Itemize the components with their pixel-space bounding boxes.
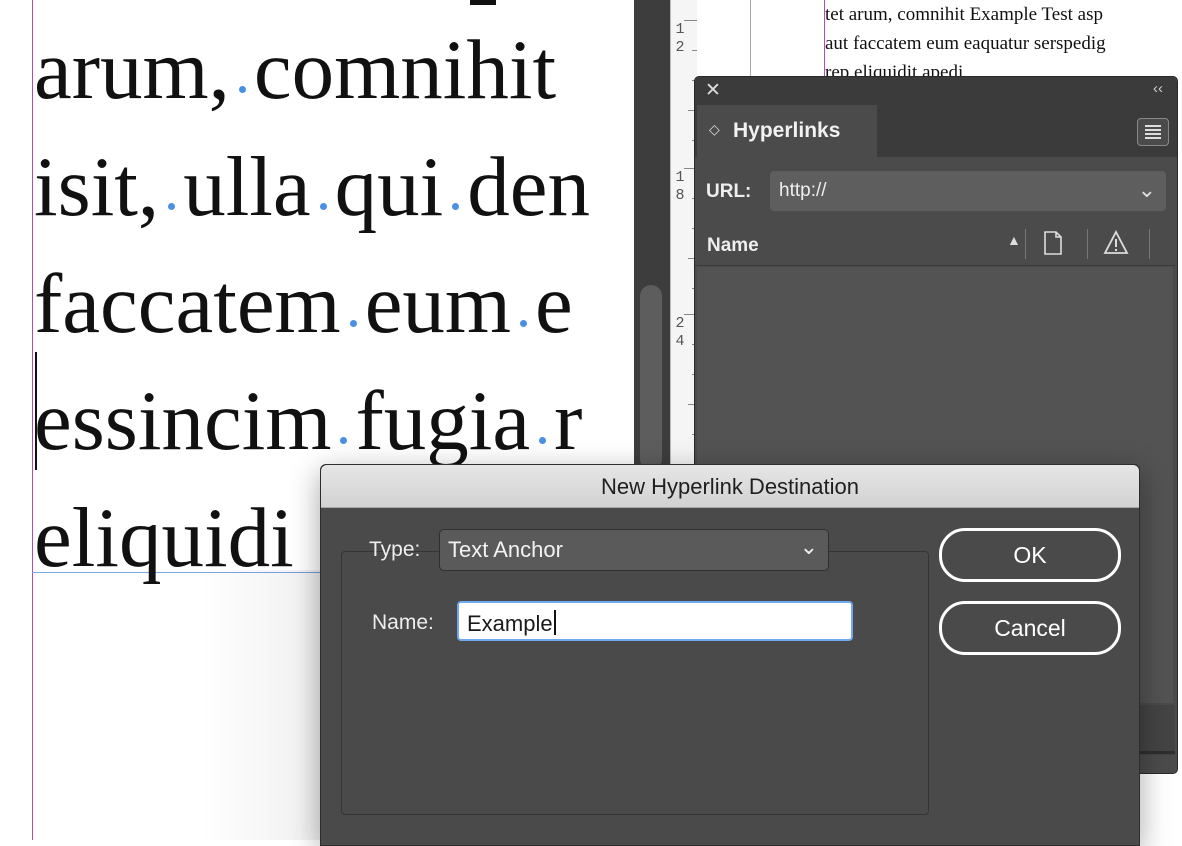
ruler-label: 8 — [675, 187, 685, 204]
document-text-line[interactable]: isit, ulla qui den — [34, 145, 590, 230]
right-page-text[interactable]: tet arum, comnihit Example Test asp aut … — [825, 0, 1182, 87]
word: essincim — [34, 374, 332, 468]
word: arum, — [34, 23, 230, 117]
ruler-tick — [684, 20, 698, 21]
word: eum — [364, 257, 512, 351]
word: e — [535, 257, 573, 351]
ruler-label: 2 — [675, 315, 685, 332]
scrollbar-thumb[interactable] — [640, 285, 662, 470]
chevron-down-icon[interactable]: ⌄ — [1138, 177, 1156, 203]
page-icon — [1044, 231, 1062, 255]
ruler-label: 1 — [675, 21, 685, 38]
tab-hyperlinks[interactable]: ◇ Hyperlinks — [697, 105, 877, 157]
options-group — [341, 551, 929, 815]
url-value: http:// — [779, 180, 827, 201]
column-divider — [1087, 229, 1088, 259]
ruler-label: 1 — [675, 169, 685, 186]
list-column-header[interactable]: Name ▲ — [695, 223, 1175, 266]
panel-titlebar[interactable]: ✕ ‹‹ — [695, 77, 1177, 105]
ruler-label: 2 — [675, 39, 685, 56]
column-guide — [750, 0, 751, 78]
text-line: tet arum, comnihit Example Test asp — [825, 4, 1103, 25]
name-input-value: Example — [467, 610, 556, 637]
type-label: Type: — [369, 538, 421, 561]
word: ulla — [183, 140, 311, 234]
word: den — [467, 140, 591, 234]
text-cursor — [35, 352, 37, 470]
tab-expand-icon[interactable]: ◇ — [709, 121, 720, 138]
new-hyperlink-destination-dialog: New Hyperlink Destination Type: Text Anc… — [320, 464, 1140, 846]
text-line: aut faccatem eum eaquatur serspedig — [825, 33, 1106, 54]
column-divider — [1149, 229, 1150, 259]
margin-guide — [32, 0, 33, 840]
text-fragment — [470, 0, 496, 5]
name-label: Name: — [372, 611, 434, 634]
word: comnihit — [253, 23, 557, 117]
document-text-line[interactable]: arum, comnihit — [34, 28, 556, 113]
word: isit, — [34, 140, 160, 234]
panel-tab-bar: ◇ Hyperlinks — [695, 105, 1177, 157]
ok-button[interactable]: OK — [939, 528, 1121, 582]
sort-up-icon[interactable]: ▲ — [1007, 232, 1021, 248]
dialog-titlebar[interactable]: New Hyperlink Destination — [321, 465, 1139, 508]
document-text-line[interactable]: essincim fugia r — [34, 379, 582, 464]
close-icon[interactable]: ✕ — [705, 79, 721, 102]
cancel-button[interactable]: Cancel — [939, 601, 1121, 655]
chevron-down-icon[interactable]: ⌄ — [800, 534, 818, 560]
type-select[interactable]: Text Anchor ⌄ — [439, 529, 829, 571]
document-text-line[interactable]: eliquidi — [34, 496, 294, 581]
collapse-icon[interactable]: ‹‹ — [1153, 80, 1163, 97]
url-label: URL: — [706, 181, 752, 202]
column-divider — [1025, 229, 1026, 259]
url-combobox[interactable]: http:// ⌄ — [770, 171, 1166, 211]
word: r — [554, 374, 583, 468]
word: fugia — [355, 374, 531, 468]
dialog-shadow — [200, 570, 320, 840]
text-caret — [553, 610, 556, 635]
dialog-title: New Hyperlink Destination — [601, 474, 859, 499]
ruler-label: 4 — [675, 333, 685, 350]
name-input[interactable]: Example — [457, 601, 853, 641]
warning-icon — [1103, 230, 1129, 254]
word: qui — [334, 140, 444, 234]
document-text-line[interactable]: faccatem eum e — [34, 262, 573, 347]
word: faccatem — [34, 257, 341, 351]
type-value: Text Anchor — [448, 537, 563, 562]
tab-label: Hyperlinks — [733, 119, 841, 142]
panel-menu-icon[interactable] — [1137, 118, 1169, 146]
column-name-label: Name — [707, 235, 759, 256]
name-text: Example — [467, 611, 553, 636]
